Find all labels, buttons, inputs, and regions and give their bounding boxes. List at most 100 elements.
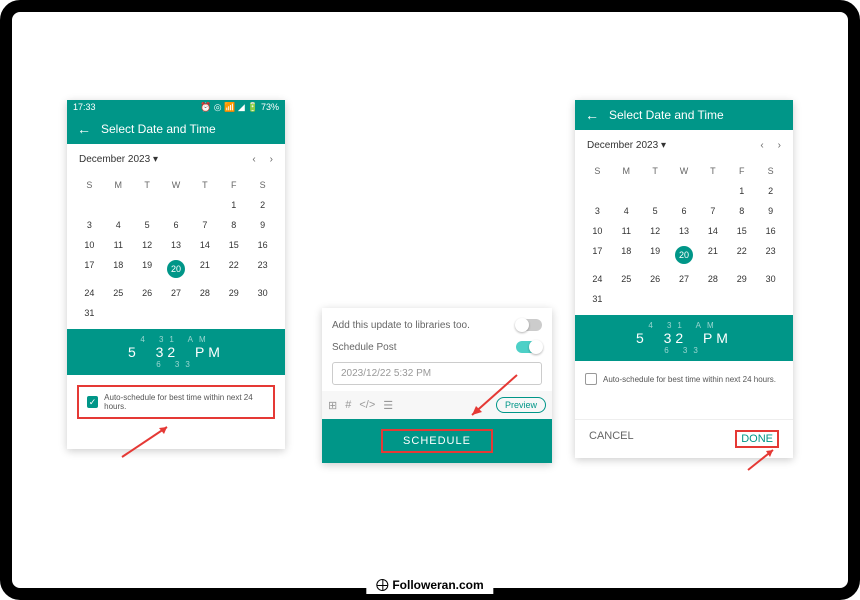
day-cell[interactable]: 19 [641,241,670,269]
time-row-below: 6 33 [67,360,285,369]
hashtag-icon[interactable]: # [345,399,351,412]
screenshot-left: 17:33 ⏰ ◎ 📶 ◢ 🔋 73% ← Select Date and Ti… [67,100,285,449]
day-cell[interactable]: 9 [248,215,277,235]
day-cell[interactable]: 31 [583,289,612,309]
code-icon[interactable]: </> [359,399,375,412]
day-cell[interactable]: 21 [698,241,727,269]
next-month-icon[interactable]: › [270,154,273,165]
day-cell[interactable]: 5 [133,215,162,235]
time-row-above: 4 31 AM [575,321,793,330]
day-cell[interactable]: 1 [219,195,248,215]
day-cell[interactable]: 7 [698,201,727,221]
day-cell[interactable]: 8 [219,215,248,235]
day-cell[interactable]: 10 [75,235,104,255]
month-selector[interactable]: December 2023 ▾ ‹ › [67,144,285,175]
schedule-post-toggle[interactable] [516,341,542,353]
day-cell[interactable]: 17 [75,255,104,283]
dow-cell: W [670,161,699,181]
day-cell[interactable]: 22 [727,241,756,269]
day-cell[interactable]: 17 [583,241,612,269]
back-icon[interactable]: ← [77,122,91,136]
day-cell[interactable]: 15 [219,235,248,255]
day-cell[interactable]: 7 [190,215,219,235]
day-cell[interactable]: 4 [104,215,133,235]
robot-icon[interactable]: ☰ [383,399,393,412]
day-cell[interactable]: 16 [756,221,785,241]
time-picker[interactable]: 4 31 AM 5 32 PM 6 33 [67,329,285,375]
device-frame: 17:33 ⏰ ◎ 📶 ◢ 🔋 73% ← Select Date and Ti… [0,0,860,600]
screenshot-middle: Add this update to libraries too. Schedu… [322,308,552,463]
day-cell[interactable]: 11 [104,235,133,255]
day-cell[interactable]: 20 [162,255,191,283]
checkbox-checked-icon: ✓ [87,396,98,408]
libraries-toggle[interactable] [516,319,542,331]
calendar-grid[interactable]: SMTWTFS123456789101112131415161718192021… [67,175,285,329]
day-cell[interactable]: 9 [756,201,785,221]
day-cell[interactable]: 24 [583,269,612,289]
month-label: December 2023 [587,140,658,151]
day-cell [133,195,162,215]
day-cell[interactable]: 5 [641,201,670,221]
next-month-icon[interactable]: › [778,140,781,151]
day-cell[interactable]: 20 [670,241,699,269]
auto-schedule-checkbox[interactable]: ✓ Auto-schedule for best time within nex… [77,385,275,419]
day-cell[interactable]: 13 [670,221,699,241]
day-cell[interactable]: 23 [248,255,277,283]
day-cell[interactable]: 12 [641,221,670,241]
day-cell[interactable]: 10 [583,221,612,241]
prev-month-icon[interactable]: ‹ [252,154,255,165]
day-cell[interactable]: 30 [756,269,785,289]
schedule-button[interactable]: SCHEDULE [381,429,493,453]
day-cell[interactable]: 29 [727,269,756,289]
day-cell[interactable]: 23 [756,241,785,269]
day-cell[interactable]: 6 [162,215,191,235]
month-label: December 2023 [79,154,150,165]
day-cell [670,181,699,201]
day-cell[interactable]: 25 [104,283,133,303]
time-picker[interactable]: 4 31 AM 5 32 PM 6 33 [575,315,793,361]
page-title: Select Date and Time [609,108,724,122]
day-cell[interactable]: 29 [219,283,248,303]
day-cell[interactable]: 22 [219,255,248,283]
schedule-bar: SCHEDULE [322,419,552,463]
day-cell[interactable]: 25 [612,269,641,289]
day-cell[interactable]: 1 [727,181,756,201]
day-cell[interactable]: 12 [133,235,162,255]
day-cell[interactable]: 18 [612,241,641,269]
day-cell[interactable]: 2 [248,195,277,215]
day-cell[interactable]: 15 [727,221,756,241]
calendar-grid[interactable]: SMTWTFS123456789101112131415161718192021… [575,161,793,315]
day-cell[interactable]: 13 [162,235,191,255]
day-cell[interactable]: 3 [583,201,612,221]
day-cell[interactable]: 14 [190,235,219,255]
day-cell[interactable]: 30 [248,283,277,303]
day-cell[interactable]: 26 [641,269,670,289]
month-selector[interactable]: December 2023 ▾ ‹ › [575,130,793,161]
day-cell[interactable]: 16 [248,235,277,255]
day-cell[interactable]: 19 [133,255,162,283]
day-cell[interactable]: 2 [756,181,785,201]
day-cell[interactable]: 28 [190,283,219,303]
day-cell[interactable]: 8 [727,201,756,221]
camera-icon[interactable]: ⊞ [328,399,337,412]
day-cell[interactable]: 27 [162,283,191,303]
cancel-button[interactable]: CANCEL [589,430,634,448]
day-cell[interactable]: 3 [75,215,104,235]
day-cell[interactable]: 24 [75,283,104,303]
day-cell[interactable]: 26 [133,283,162,303]
time-row-above: 4 31 AM [67,335,285,344]
day-cell[interactable]: 6 [670,201,699,221]
day-cell[interactable]: 18 [104,255,133,283]
day-cell[interactable]: 31 [75,303,104,323]
day-cell[interactable]: 4 [612,201,641,221]
day-cell[interactable]: 21 [190,255,219,283]
prev-month-icon[interactable]: ‹ [760,140,763,151]
back-icon[interactable]: ← [585,108,599,122]
day-cell[interactable]: 28 [698,269,727,289]
day-cell [698,289,727,309]
day-cell[interactable]: 11 [612,221,641,241]
day-cell[interactable]: 14 [698,221,727,241]
day-cell[interactable]: 27 [670,269,699,289]
auto-schedule-checkbox[interactable]: Auto-schedule for best time within next … [585,369,783,389]
annotation-arrow [743,445,783,480]
